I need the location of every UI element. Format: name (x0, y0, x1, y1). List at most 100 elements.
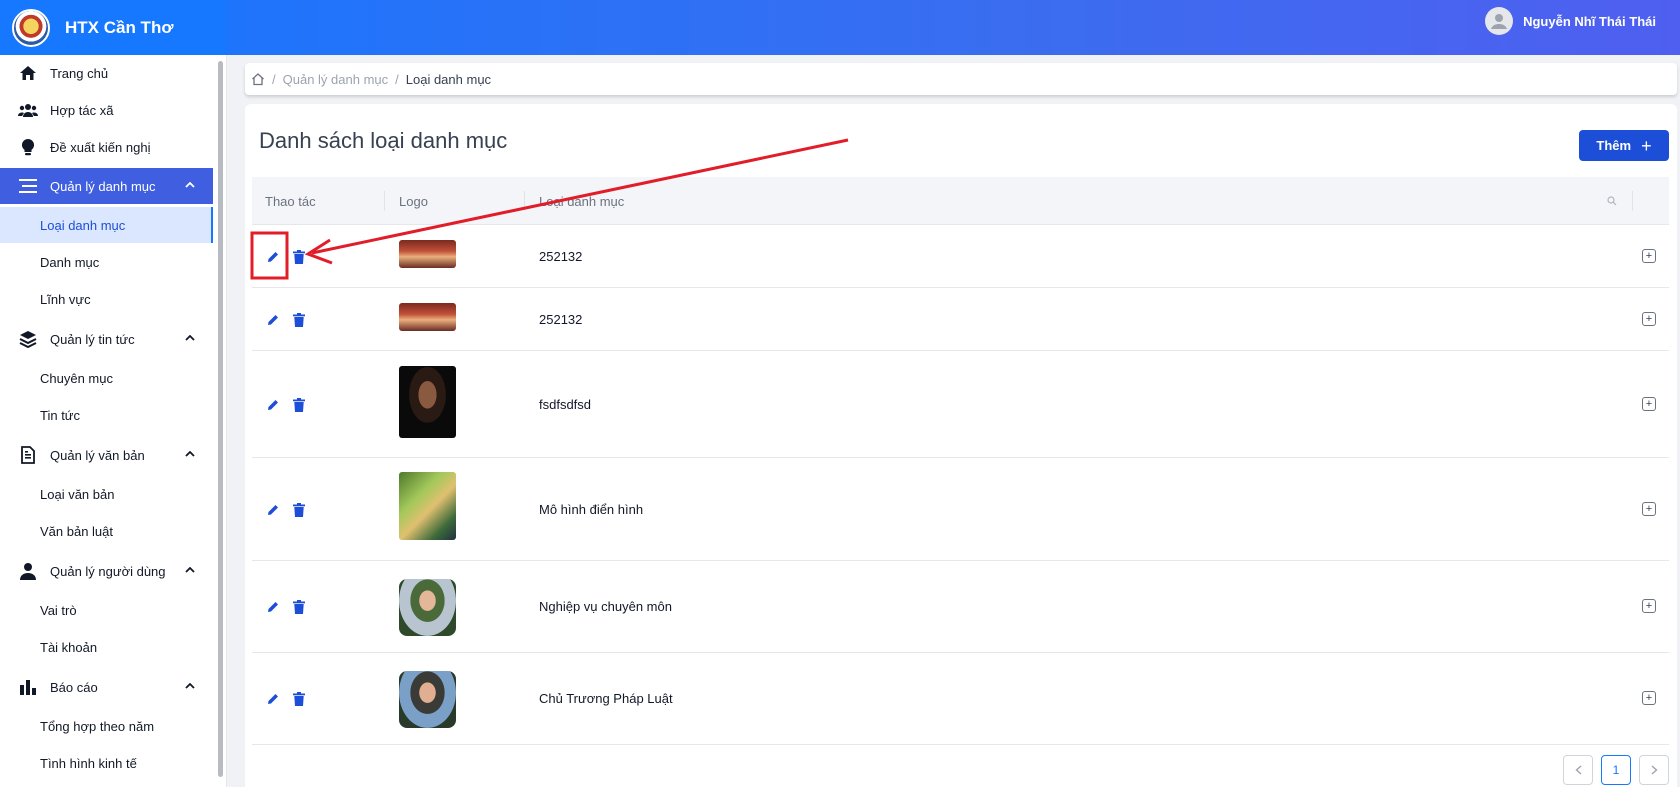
top-header: HTX Cần Thơ Nguyễn Nhĩ Thái Thái (0, 0, 1680, 55)
sidebar-item-yearly-summary[interactable]: Tổng hợp theo năm (0, 708, 213, 744)
table-row: 252132 + (252, 225, 1669, 288)
row-label: Nghiệp vụ chuyên môn (539, 599, 672, 614)
row-label: Chủ Trương Pháp Luật (539, 691, 673, 706)
table-header: Thao tác Logo Loại danh mục (252, 177, 1669, 225)
chevron-up-icon[interactable] (183, 679, 197, 693)
sidebar-item-user-management[interactable]: Quản lý người dùng (0, 553, 213, 589)
edit-icon[interactable] (265, 312, 281, 328)
delete-icon[interactable] (291, 502, 307, 518)
expand-row-icon[interactable]: + (1642, 397, 1656, 411)
sidebar-item-reports[interactable]: Báo cáo (0, 669, 213, 705)
column-divider (384, 191, 385, 211)
sidebar-item-economic-status[interactable]: Tình hình kinh tế (0, 745, 213, 781)
plus-icon: + (1641, 135, 1652, 156)
sidebar-item-label: Trang chủ (50, 65, 109, 81)
expand-row-icon[interactable]: + (1642, 249, 1656, 263)
delete-icon[interactable] (291, 599, 307, 615)
pagination-page-button[interactable]: 1 (1601, 755, 1631, 785)
sidebar-item-label: Quản lý người dùng (50, 563, 166, 579)
row-label: Mô hình điển hình (539, 502, 644, 517)
sidebar-item-roles[interactable]: Vai trò (0, 592, 213, 628)
search-icon[interactable] (1607, 177, 1617, 225)
row-label: 252132 (539, 312, 583, 327)
edit-icon[interactable] (265, 502, 281, 518)
sidebar-item-document-management[interactable]: Quản lý văn bản (0, 437, 213, 473)
delete-icon[interactable] (291, 691, 307, 707)
layers-icon (18, 329, 38, 349)
breadcrumb-link[interactable]: Quản lý danh mục (283, 72, 389, 87)
delete-icon[interactable] (291, 397, 307, 413)
chevron-up-icon[interactable] (183, 563, 197, 577)
bar-chart-icon (18, 677, 38, 697)
home-icon (18, 63, 38, 83)
expand-row-icon[interactable]: + (1642, 502, 1656, 516)
document-icon (18, 445, 38, 465)
sidebar-item-label: Quản lý văn bản (50, 447, 145, 463)
lightbulb-icon (18, 137, 38, 157)
add-button[interactable]: Thêm + (1579, 130, 1669, 161)
sidebar-item-accounts[interactable]: Tài khoản (0, 629, 213, 665)
chevron-up-icon[interactable] (183, 447, 197, 461)
sidebar-item-label: Hợp tác xã (50, 102, 114, 118)
table-row: fsdfsdfsd + (252, 351, 1669, 458)
breadcrumb: / Quản lý danh mục / Loại danh mục (245, 63, 1677, 95)
page-title: Danh sách loại danh mục (259, 128, 508, 153)
expand-row-icon[interactable]: + (1642, 312, 1656, 326)
edit-icon[interactable] (265, 397, 281, 413)
table-row: 252132 + (252, 288, 1669, 351)
sidebar-item-label: Quản lý tin tức (50, 331, 135, 347)
table-row: Chủ Trương Pháp Luật + (252, 653, 1669, 745)
sidebar-item-label: Quản lý danh mục (50, 178, 156, 194)
column-header-actions: Thao tác (265, 193, 316, 209)
sidebar-item-category-types[interactable]: Loại danh mục (0, 207, 213, 243)
cooperative-logo-icon (12, 8, 50, 47)
sidebar-item-categories[interactable]: Danh mục (0, 244, 213, 280)
breadcrumb-separator: / (395, 71, 399, 87)
sidebar-item-news[interactable]: Tin tức (0, 397, 213, 433)
sidebar-item-category-management[interactable]: Quản lý danh mục (0, 168, 213, 204)
edit-icon[interactable] (265, 599, 281, 615)
column-divider (524, 191, 525, 211)
chevron-up-icon[interactable] (183, 178, 197, 192)
sidebar-item-home[interactable]: Trang chủ (0, 55, 213, 91)
expand-row-icon[interactable]: + (1642, 691, 1656, 705)
chevron-up-icon[interactable] (183, 331, 197, 345)
sidebar-item-legal-documents[interactable]: Văn bản luật (0, 513, 213, 549)
sidebar-item-news-sections[interactable]: Chuyên mục (0, 360, 213, 396)
app-name: HTX Cần Thơ (65, 17, 174, 37)
sidebar-scrollbar[interactable] (218, 61, 223, 777)
column-divider (1632, 191, 1633, 211)
table-row: Nghiệp vụ chuyên môn + (252, 561, 1669, 653)
user-icon (18, 561, 38, 581)
list-icon (18, 176, 38, 196)
pagination-next-button[interactable] (1639, 755, 1669, 785)
breadcrumb-current: Loại danh mục (405, 71, 492, 87)
sidebar-item-label: Đề xuất kiến nghị (50, 139, 151, 155)
column-header-category-type: Loại danh mục (539, 193, 625, 209)
home-outline-icon[interactable] (251, 72, 265, 86)
sidebar: Trang chủ Hợp tác xã Đề xuất kiến nghị Q… (0, 55, 227, 787)
main-card: Danh sách loại danh mục Thêm + Thao tác … (245, 104, 1677, 787)
sidebar-item-news-management[interactable]: Quản lý tin tức (0, 321, 213, 357)
add-button-label: Thêm (1596, 138, 1632, 153)
pagination-prev-button[interactable] (1563, 755, 1593, 785)
delete-icon[interactable] (291, 312, 307, 328)
temple-interior-thumbnail (399, 240, 456, 268)
breadcrumb-separator: / (272, 71, 276, 87)
brand[interactable]: HTX Cần Thơ (0, 0, 227, 55)
sidebar-item-fields[interactable]: Lĩnh vực (0, 281, 213, 317)
sidebar-item-proposals[interactable]: Đề xuất kiến nghị (0, 129, 213, 165)
sidebar-item-cooperatives[interactable]: Hợp tác xã (0, 92, 213, 128)
expand-row-icon[interactable]: + (1642, 599, 1656, 613)
users-icon (18, 100, 38, 120)
man-portrait-thumbnail (399, 579, 456, 636)
user-menu[interactable]: Nguyễn Nhĩ Thái Thái (1485, 6, 1656, 36)
delete-icon[interactable] (291, 249, 307, 265)
edit-icon[interactable] (265, 249, 281, 265)
woman-portrait-thumbnail (399, 366, 456, 438)
user-name: Nguyễn Nhĩ Thái Thái (1523, 13, 1656, 29)
user-avatar-icon (1485, 7, 1514, 35)
sidebar-item-document-types[interactable]: Loại văn bản (0, 476, 213, 512)
table-row: Mô hình điển hình + (252, 458, 1669, 561)
edit-icon[interactable] (265, 691, 281, 707)
